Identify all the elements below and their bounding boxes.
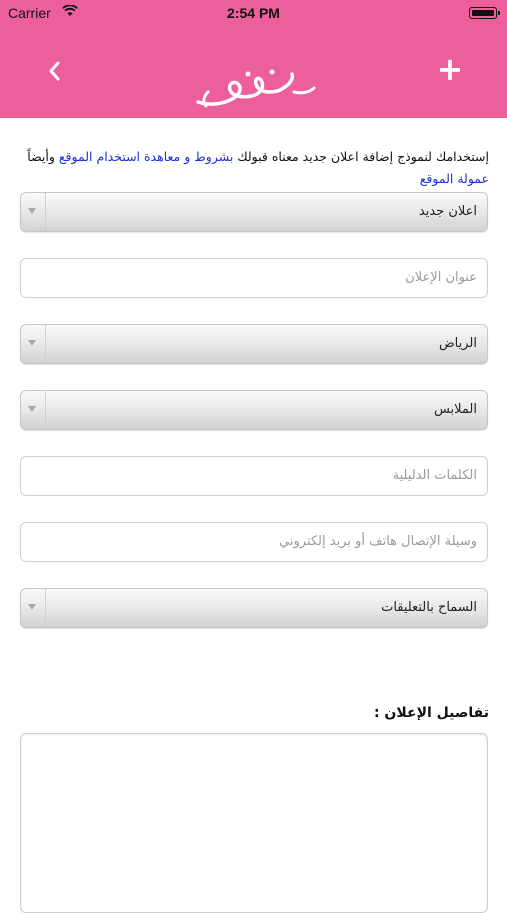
keywords-placeholder: الكلمات الدليلية <box>392 468 477 483</box>
dropdown-arrow-box <box>21 193 46 231</box>
dropdown-arrow-box <box>21 391 46 429</box>
contact-placeholder: وسيلة الإتصال هاتف أو بريد إلكتروني <box>279 534 477 549</box>
notice-middle: وأيضاً <box>27 149 59 164</box>
chevron-down-icon <box>28 208 36 214</box>
category-select[interactable]: الملابس <box>20 390 488 430</box>
chevron-down-icon <box>28 340 36 346</box>
clock: 2:54 PM <box>227 5 280 21</box>
site-logo <box>196 69 316 108</box>
ad-type-value: اعلان جديد <box>418 204 477 219</box>
terms-notice: إستخدامك لنموذج إضافة اعلان جديد معناه ق… <box>20 146 489 190</box>
comments-select[interactable]: السماح بالتعليقات <box>20 588 488 628</box>
terms-link[interactable]: بشروط و معاهدة استخدام الموقع <box>59 149 233 164</box>
comments-value: السماح بالتعليقات <box>381 600 477 615</box>
city-select[interactable]: الرياض <box>20 324 488 364</box>
ad-type-select[interactable]: اعلان جديد <box>20 192 488 232</box>
chevron-down-icon <box>28 406 36 412</box>
commission-link[interactable]: عمولة الموقع <box>420 171 489 186</box>
contact-input[interactable]: وسيلة الإتصال هاتف أو بريد إلكتروني <box>20 522 488 562</box>
status-bar: Carrier 2:54 PM <box>0 0 507 26</box>
keywords-input[interactable]: الكلمات الدليلية <box>20 456 488 496</box>
chevron-down-icon <box>28 604 36 610</box>
dropdown-arrow-box <box>21 325 46 363</box>
city-value: الرياض <box>438 336 477 351</box>
ad-title-placeholder: عنوان الإعلان <box>405 270 477 285</box>
battery-icon <box>469 7 500 19</box>
nav-bar: + <box>0 26 507 118</box>
ad-title-input[interactable]: عنوان الإعلان <box>20 258 488 298</box>
category-value: الملابس <box>433 402 477 417</box>
plus-icon[interactable]: + <box>435 53 465 85</box>
details-textarea[interactable] <box>20 733 488 913</box>
chevron-left-icon[interactable] <box>42 56 68 86</box>
details-label: تفاصيل الإعلان : <box>373 705 489 721</box>
dropdown-arrow-box <box>21 589 46 627</box>
notice-text: إستخدامك لنموذج إضافة اعلان جديد معناه ق… <box>233 149 489 164</box>
